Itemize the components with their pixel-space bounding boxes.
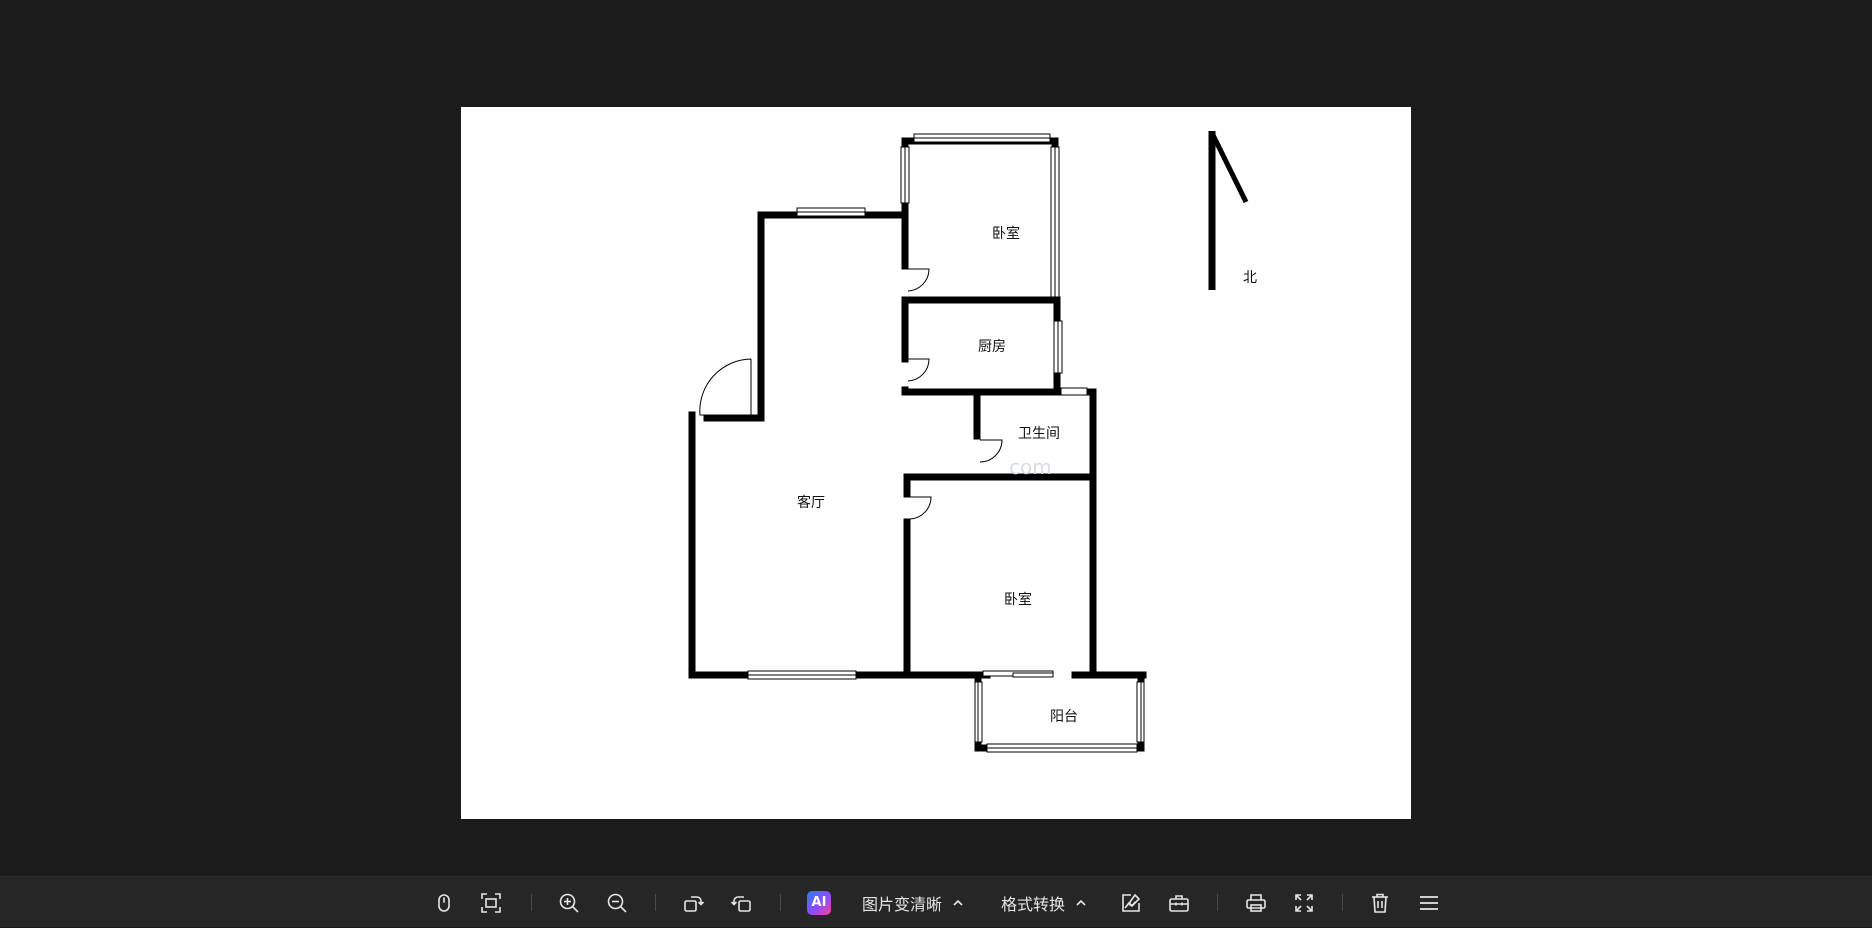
floorplan-drawing: com 卧室 厨房 卫生间 客厅 卧室 阳台 北 [688, 131, 1257, 753]
room-label-bathroom: 卫生间 [1018, 426, 1060, 442]
fullscreen-button[interactable] [1291, 877, 1317, 928]
rotate-left-icon [731, 895, 751, 912]
walls [688, 137, 1147, 752]
floorplan-image[interactable]: com 卧室 厨房 卫生间 客厅 卧室 阳台 北 [461, 107, 1411, 819]
toolbar-separator [780, 894, 781, 911]
north-arrow-icon [1208, 131, 1249, 290]
enhance-image-label: 图片变清晰 [861, 894, 942, 914]
print-icon [1246, 893, 1266, 912]
menu-icon [1420, 895, 1438, 910]
fit-screen-icon [481, 892, 501, 913]
rotate-left-button[interactable] [729, 877, 755, 928]
ai-icon: AI [807, 890, 831, 915]
mouse-button[interactable] [431, 877, 457, 928]
trash-icon [1372, 893, 1388, 913]
room-label-bedroom-north: 卧室 [992, 225, 1020, 242]
print-button[interactable] [1243, 877, 1269, 928]
format-convert-button[interactable]: 格式转换 [998, 877, 1090, 928]
toolbar-separator [655, 894, 656, 911]
toolbar-separator [1342, 894, 1343, 911]
room-label-kitchen: 厨房 [978, 339, 1006, 355]
edit-image-button[interactable] [1118, 877, 1144, 928]
room-label-balcony: 阳台 [1050, 709, 1078, 725]
chevron-up-icon [953, 899, 963, 906]
toolbar-separator [531, 894, 532, 911]
menu-button[interactable] [1416, 877, 1442, 928]
rotate-right-icon [684, 895, 704, 912]
watermark: com [1009, 455, 1052, 479]
mouse-icon [438, 893, 450, 912]
chevron-up-icon [1076, 899, 1086, 906]
toolbar-separator [1217, 894, 1218, 911]
bottom-toolbar: AI 图片变清晰 格式转换 [0, 876, 1872, 927]
zoom-out-icon [607, 893, 627, 913]
zoom-in-button[interactable] [556, 877, 582, 928]
rotate-right-button[interactable] [680, 877, 706, 928]
windows [747, 133, 1145, 753]
edit-image-icon [1122, 893, 1141, 912]
ai-button[interactable]: AI [806, 877, 832, 928]
image-viewer: com 卧室 厨房 卫生间 客厅 卧室 阳台 北 [0, 0, 1872, 876]
room-label-living-room: 客厅 [797, 494, 825, 511]
delete-button[interactable] [1367, 877, 1393, 928]
zoom-in-icon [559, 893, 579, 913]
zoom-out-button[interactable] [604, 877, 630, 928]
format-convert-label: 格式转换 [1000, 894, 1065, 914]
toolbox-icon [1169, 894, 1189, 912]
room-label-bedroom-south: 卧室 [1004, 591, 1032, 608]
compass-label: 北 [1243, 270, 1257, 286]
enhance-image-button[interactable]: 图片变清晰 [858, 877, 968, 928]
fit-screen-button[interactable] [478, 877, 504, 928]
toolbox-button[interactable] [1166, 877, 1192, 928]
fullscreen-icon [1295, 893, 1313, 912]
